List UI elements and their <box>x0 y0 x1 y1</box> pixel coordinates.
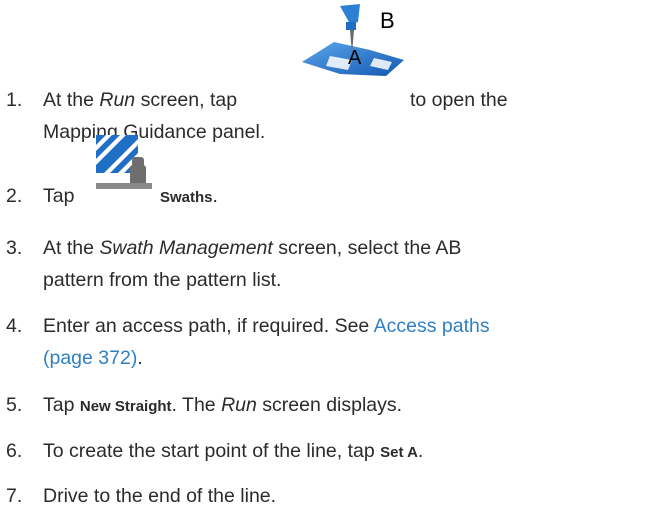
step-text: pattern from the pattern list. <box>43 269 282 291</box>
step-text: to open the <box>410 89 508 111</box>
step-number: 2. <box>6 185 23 207</box>
step-number: 4. <box>6 315 23 337</box>
step-number: 5. <box>6 394 23 416</box>
step-number: 3. <box>6 237 23 259</box>
set-a-label: Set A <box>380 444 418 461</box>
step-text: At the <box>43 89 100 111</box>
step-number: 6. <box>6 440 23 462</box>
screen-name: Run <box>99 89 136 111</box>
svg-text:A: A <box>348 47 362 69</box>
screen-name: Swath Management <box>99 237 273 259</box>
swaths-icon[interactable] <box>92 133 156 193</box>
step-text: screen, select the AB <box>272 237 462 259</box>
step-text: At the <box>43 237 100 259</box>
step-text: Enter an access path, if required. See <box>43 315 374 337</box>
svg-text:B: B <box>380 8 395 33</box>
page-ref-link[interactable]: (page 372) <box>43 347 137 369</box>
step-text: screen, tap <box>135 89 238 111</box>
access-paths-link[interactable]: Access paths <box>374 315 490 337</box>
new-straight-label: New Straight <box>79 398 172 415</box>
screen-name: Run <box>221 394 257 416</box>
step-text: Drive to the end of the line. <box>43 485 277 507</box>
step-number: 1. <box>6 89 23 111</box>
ab-pin-icon[interactable]: A B <box>300 0 408 78</box>
step-number: 7. <box>6 485 23 507</box>
instruction-document: 1. At the Run screen, tap to open the Ma… <box>0 0 654 527</box>
swaths-label: Swaths <box>160 189 213 206</box>
step-text: Tap <box>43 185 75 207</box>
